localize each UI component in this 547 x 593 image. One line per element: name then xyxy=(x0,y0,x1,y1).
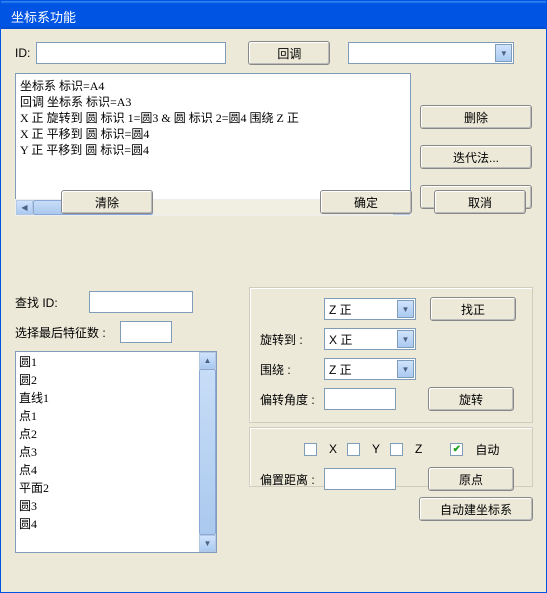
offset-input[interactable] xyxy=(324,468,396,490)
chevron-down-icon: ▼ xyxy=(397,300,414,318)
chevron-down-icon: ▼ xyxy=(397,330,414,348)
rotate-to-combo[interactable]: X 正 ▼ xyxy=(324,328,416,350)
delete-button[interactable]: 删除 xyxy=(420,105,532,129)
ok-button[interactable]: 确定 xyxy=(320,190,412,214)
align-combo[interactable]: Z 正 ▼ xyxy=(324,298,416,320)
iterate-button[interactable]: 迭代法... xyxy=(420,145,532,169)
origin-button[interactable]: 原点 xyxy=(428,467,514,491)
script-line: X 正 旋转到 圆 标识 1=圆3 & 圆 标识 2=圆4 围绕 Z 正 xyxy=(20,110,406,126)
list-item[interactable]: 点1 xyxy=(19,407,196,425)
title-bar[interactable]: 坐标系功能 xyxy=(1,1,546,29)
x-label: X xyxy=(329,442,337,456)
window-title: 坐标系功能 xyxy=(11,10,76,25)
v-scrollbar[interactable]: ▲ ▼ xyxy=(199,352,216,552)
list-item[interactable]: 平面2 xyxy=(19,479,196,497)
auto-build-button[interactable]: 自动建坐标系 xyxy=(419,497,533,521)
find-id-label: 查找 ID: xyxy=(15,294,75,311)
cancel-button[interactable]: 取消 xyxy=(434,190,526,214)
around-value: Z 正 xyxy=(325,361,396,378)
align-combo-value: Z 正 xyxy=(325,301,396,318)
y-checkbox[interactable] xyxy=(347,443,360,456)
x-checkbox[interactable] xyxy=(304,443,317,456)
script-line: X 正 平移到 圆 标识=圆4 xyxy=(20,126,406,142)
script-line: 坐标系 标识=A4 xyxy=(20,78,406,94)
list-item[interactable]: 圆3 xyxy=(19,497,196,515)
auto-checkbox[interactable]: ✔ xyxy=(450,443,463,456)
chevron-down-icon: ▼ xyxy=(495,44,512,62)
script-line: 回调 坐标系 标识=A3 xyxy=(20,94,406,110)
select-last-input[interactable] xyxy=(120,321,172,343)
id-label: ID: xyxy=(15,46,30,60)
bottom-buttons: 清除 确定 取消 xyxy=(1,190,546,214)
chevron-down-icon: ▼ xyxy=(397,360,414,378)
z-checkbox[interactable] xyxy=(390,443,403,456)
list-item[interactable]: 点2 xyxy=(19,425,196,443)
rotate-to-value: X 正 xyxy=(325,331,396,348)
scroll-down-icon[interactable]: ▼ xyxy=(199,535,216,552)
auto-label: 自动 xyxy=(475,441,499,458)
list-item[interactable]: 圆1 xyxy=(19,353,196,371)
angle-label: 偏转角度 : xyxy=(260,391,324,408)
rotate-panel: Z 正 ▼ 找正 旋转到 : X 正 ▼ 围绕 : Z 正 ▼ xyxy=(249,287,533,423)
align-button[interactable]: 找正 xyxy=(430,297,516,321)
scroll-thumb[interactable] xyxy=(199,369,216,535)
rotate-button[interactable]: 旋转 xyxy=(428,387,514,411)
feature-listbox[interactable]: 圆1 圆2 直线1 点1 点2 点3 点4 平面2 圆3 圆4 ▲ ▼ xyxy=(15,351,217,553)
around-label: 围绕 : xyxy=(260,361,324,378)
coordinate-system-dialog: 坐标系功能 ID: 回调 ▼ 坐标系 标识=A4 回调 坐标系 标识=A3 X … xyxy=(0,0,547,593)
offset-panel: X Y Z ✔自动 偏置距离 : 原点 xyxy=(249,427,533,487)
clear-button[interactable]: 清除 xyxy=(61,190,153,214)
list-item[interactable]: 圆4 xyxy=(19,515,196,533)
list-item[interactable]: 点4 xyxy=(19,461,196,479)
z-label: Z xyxy=(415,442,422,456)
dialog-body: ID: 回调 ▼ 坐标系 标识=A4 回调 坐标系 标识=A3 X 正 旋转到 … xyxy=(1,29,546,228)
id-row: ID: 回调 ▼ xyxy=(15,41,532,65)
find-id-input[interactable] xyxy=(89,291,193,313)
scroll-up-icon[interactable]: ▲ xyxy=(199,352,216,369)
select-last-label: 选择最后特征数 : xyxy=(15,324,106,341)
id-input[interactable] xyxy=(36,42,226,64)
recall-button[interactable]: 回调 xyxy=(248,41,330,65)
list-item[interactable]: 圆2 xyxy=(19,371,196,389)
list-item[interactable]: 直线1 xyxy=(19,389,196,407)
angle-input[interactable] xyxy=(324,388,396,410)
list-item[interactable]: 点3 xyxy=(19,443,196,461)
script-line: Y 正 平移到 圆 标识=圆4 xyxy=(20,142,406,158)
rotate-to-label: 旋转到 : xyxy=(260,331,324,348)
offset-label: 偏置距离 : xyxy=(260,471,324,488)
around-combo[interactable]: Z 正 ▼ xyxy=(324,358,416,380)
coord-combo[interactable]: ▼ xyxy=(348,42,514,64)
script-area[interactable]: 坐标系 标识=A4 回调 坐标系 标识=A3 X 正 旋转到 圆 标识 1=圆3… xyxy=(15,73,411,199)
find-section: 查找 ID: 选择最后特征数 : 圆1 圆2 直线1 点1 点2 点3 点4 平… xyxy=(15,291,231,553)
y-label: Y xyxy=(372,442,380,456)
